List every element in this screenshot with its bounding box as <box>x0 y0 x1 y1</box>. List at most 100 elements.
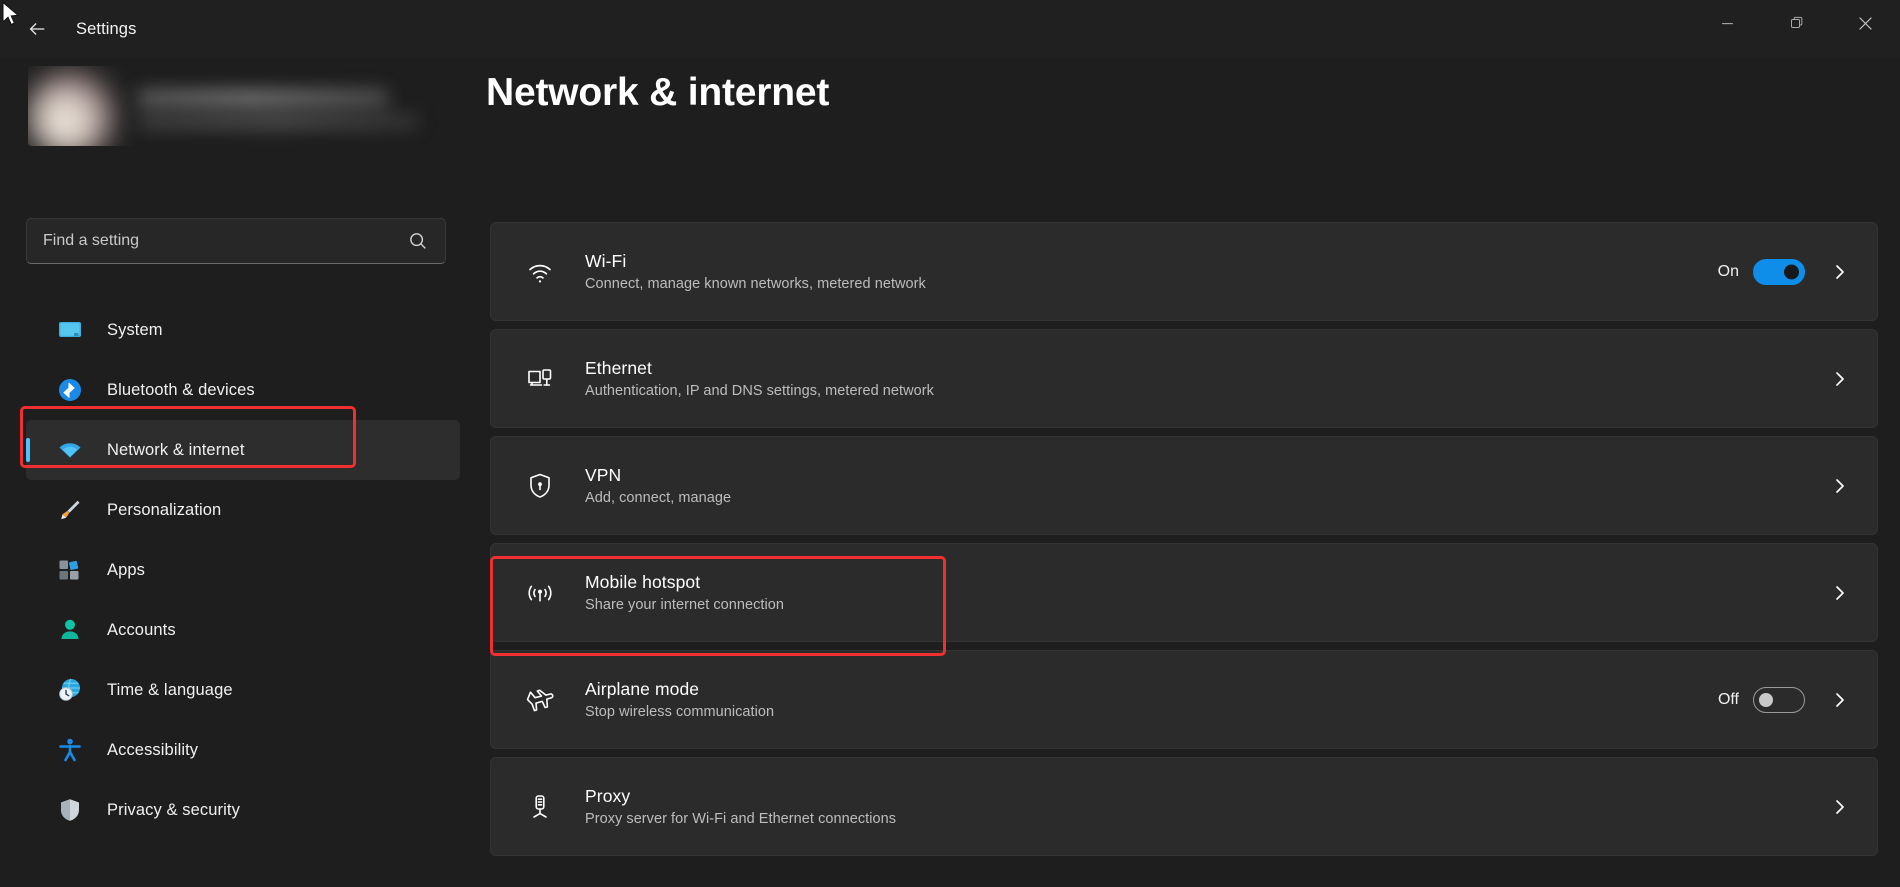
sidebar-item-label: Network & internet <box>107 440 245 459</box>
toggle-knob <box>1759 692 1773 707</box>
sidebar-item-personalization[interactable]: Personalization <box>26 480 460 540</box>
chevron-right-icon[interactable] <box>1823 683 1857 717</box>
clock-globe-icon <box>56 676 84 704</box>
sidebar: System Bluetooth & devices <box>0 58 486 887</box>
row-controls <box>1805 362 1857 396</box>
user-email-redacted <box>138 114 418 128</box>
main-content: Network & internet Wi-Fi Connect, manage… <box>486 58 1900 887</box>
minimize-icon <box>1722 22 1733 24</box>
settings-row-wifi[interactable]: Wi-Fi Connect, manage known networks, me… <box>490 222 1878 321</box>
system-icon <box>56 316 84 344</box>
sidebar-item-system[interactable]: System <box>26 300 460 360</box>
sidebar-item-label: Time & language <box>107 680 233 699</box>
sidebar-item-label: Bluetooth & devices <box>107 380 255 399</box>
hotspot-icon <box>523 576 557 610</box>
row-text: Proxy Proxy server for Wi-Fi and Etherne… <box>585 786 1805 827</box>
minimize-button[interactable] <box>1693 0 1762 46</box>
accessibility-icon <box>56 736 84 764</box>
row-controls: On <box>1718 255 1857 289</box>
settings-row-vpn[interactable]: VPN Add, connect, manage <box>490 436 1878 535</box>
sidebar-nav: System Bluetooth & devices Network & int… <box>0 300 486 840</box>
chevron-right-icon[interactable] <box>1823 576 1857 610</box>
sidebar-item-label: Personalization <box>107 500 222 519</box>
search-container <box>26 218 446 264</box>
page-title: Network & internet <box>486 71 830 114</box>
airplane-icon <box>523 683 557 717</box>
user-profile[interactable] <box>28 66 448 146</box>
user-name-redacted <box>138 90 388 107</box>
back-arrow-icon <box>29 23 45 35</box>
row-title: Airplane mode <box>585 679 700 699</box>
row-text: Mobile hotspot Share your internet conne… <box>585 572 1805 613</box>
wifi-icon <box>56 436 84 464</box>
row-title: Mobile hotspot <box>585 572 701 592</box>
title-bar: Settings <box>0 0 1900 58</box>
row-text: Airplane mode Stop wireless communicatio… <box>585 679 1718 720</box>
row-text: Ethernet Authentication, IP and DNS sett… <box>585 358 1805 399</box>
airplane-mode-toggle[interactable] <box>1753 686 1805 713</box>
toggle-state-label: Off <box>1717 690 1739 708</box>
search-box[interactable] <box>26 218 446 264</box>
row-title: Ethernet <box>585 358 652 378</box>
accounts-icon <box>56 616 84 644</box>
sidebar-item-accounts[interactable]: Accounts <box>26 600 460 660</box>
restore-icon <box>1790 16 1802 28</box>
row-title: Wi-Fi <box>585 251 627 271</box>
row-controls <box>1805 469 1857 503</box>
bluetooth-icon <box>56 376 84 404</box>
row-text: VPN Add, connect, manage <box>585 465 1805 506</box>
chevron-right-icon[interactable] <box>1823 469 1857 503</box>
row-subtitle: Proxy server for Wi-Fi and Ethernet conn… <box>585 811 896 827</box>
settings-window: Settings Find a setting System Bluetooth… <box>0 0 1900 887</box>
app-title: Settings <box>76 19 137 38</box>
wifi-toggle[interactable] <box>1753 258 1805 285</box>
sidebar-item-time-language[interactable]: Time & language <box>26 660 460 720</box>
apps-icon <box>56 556 84 584</box>
close-button[interactable] <box>1831 0 1900 46</box>
sidebar-item-apps[interactable]: Apps <box>26 540 460 600</box>
sidebar-item-label: Accounts <box>107 620 176 639</box>
sidebar-item-bluetooth-devices[interactable]: Bluetooth & devices <box>26 360 460 420</box>
avatar <box>28 72 114 146</box>
back-button[interactable] <box>14 9 60 49</box>
row-controls <box>1805 576 1857 610</box>
settings-list: Wi-Fi Connect, manage known networks, me… <box>490 222 1882 864</box>
row-subtitle: Stop wireless communication <box>585 704 775 720</box>
sidebar-item-network-internet[interactable]: Network & internet <box>26 420 460 480</box>
sidebar-item-privacy-security[interactable]: Privacy & security <box>26 780 460 840</box>
chevron-right-icon[interactable] <box>1823 790 1857 824</box>
close-icon <box>1859 16 1872 30</box>
toggle-knob <box>1784 264 1799 279</box>
toggle-state-label: On <box>1717 262 1739 280</box>
row-title: Proxy <box>585 786 631 806</box>
row-subtitle: Share your internet connection <box>585 597 784 613</box>
sidebar-item-accessibility[interactable]: Accessibility <box>26 720 460 780</box>
row-controls: Off <box>1718 683 1857 717</box>
sidebar-item-label: Apps <box>107 560 146 579</box>
shield-icon <box>56 796 84 824</box>
search-icon <box>410 233 426 249</box>
row-text: Wi-Fi Connect, manage known networks, me… <box>585 251 1718 292</box>
paintbrush-icon <box>56 496 84 524</box>
settings-row-airplane-mode[interactable]: Airplane mode Stop wireless communicatio… <box>490 650 1878 749</box>
sidebar-item-label: Privacy & security <box>107 800 240 819</box>
search-input[interactable] <box>43 232 407 250</box>
sidebar-item-label: System <box>107 320 163 339</box>
row-controls <box>1805 790 1857 824</box>
settings-row-proxy[interactable]: Proxy Proxy server for Wi-Fi and Etherne… <box>490 757 1878 856</box>
chevron-right-icon[interactable] <box>1823 255 1857 289</box>
proxy-icon <box>523 790 557 824</box>
wifi-signal-icon <box>523 255 557 289</box>
ethernet-icon <box>523 362 557 396</box>
settings-row-ethernet[interactable]: Ethernet Authentication, IP and DNS sett… <box>490 329 1878 428</box>
sidebar-item-label: Accessibility <box>107 740 199 759</box>
settings-row-mobile-hotspot[interactable]: Mobile hotspot Share your internet conne… <box>490 543 1878 642</box>
row-subtitle: Authentication, IP and DNS settings, met… <box>585 383 934 399</box>
window-controls <box>1693 0 1900 46</box>
restore-button[interactable] <box>1762 0 1831 46</box>
chevron-right-icon[interactable] <box>1823 362 1857 396</box>
row-title: VPN <box>585 465 622 485</box>
vpn-shield-icon <box>523 469 557 503</box>
row-subtitle: Connect, manage known networks, metered … <box>585 276 926 292</box>
row-subtitle: Add, connect, manage <box>585 490 732 506</box>
